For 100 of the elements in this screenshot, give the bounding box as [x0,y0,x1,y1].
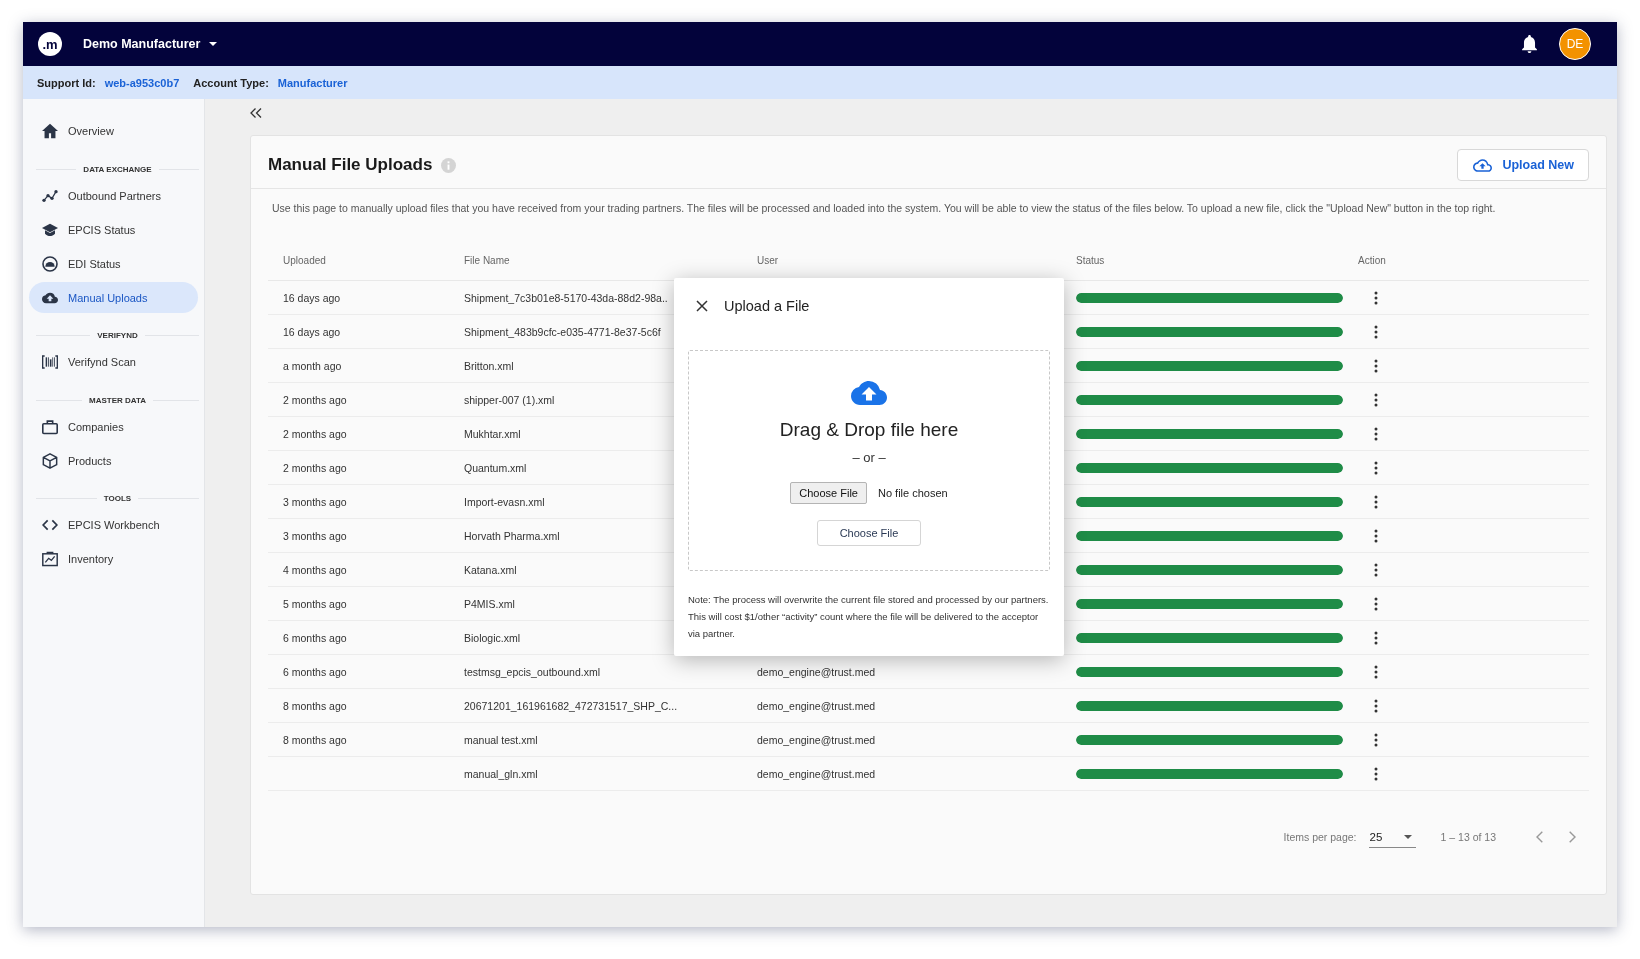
account-type-label: Account Type: [193,76,269,89]
row-actions-button[interactable] [1374,528,1378,543]
user-email: demo_engine@trust.med [757,699,876,712]
sidebar-item[interactable]: Manual Uploads [29,282,198,313]
vertical-dots-icon [1374,494,1378,509]
sidebar-item[interactable]: Outbound Partners [29,180,198,211]
organization-dropdown[interactable]: Demo Manufacturer [83,37,218,51]
file-status: No file chosen [878,487,948,499]
file-name: shipper-007 (1).xml [464,393,555,406]
row-actions-button[interactable] [1374,324,1378,339]
choose-file-button[interactable]: Choose File [790,482,867,504]
choose-file-button[interactable]: Choose File [817,520,921,546]
vertical-dots-icon [1374,324,1378,339]
upload-time: 8 months ago [283,733,347,746]
sidebar-item[interactable]: EPCIS Status [29,214,198,245]
file-name: P4MIS.xml [464,597,515,610]
drop-zone[interactable]: Drag & Drop file here – or – Choose File No file chosen Choose File [688,350,1050,571]
dialog-title: Upload a File [724,298,810,314]
column-header: User [757,255,779,266]
gauge-icon [42,255,58,272]
sidebar-item[interactable]: Products [29,445,198,476]
cloud-upload-icon [1473,158,1493,172]
upload-time: 16 days ago [283,325,341,338]
double-chevron-left-icon[interactable] [250,108,262,118]
page-title: Manual File Uploads [268,155,433,175]
support-id-label: Support Id: [37,76,96,89]
or-separator: – or – [852,449,886,467]
file-name: manual_gln.xml [464,767,538,780]
row-actions-button[interactable] [1374,596,1378,611]
next-page-button[interactable] [1569,831,1576,843]
row-actions-button[interactable] [1374,494,1378,509]
previous-page-button[interactable] [1536,831,1543,843]
user-email: demo_engine@trust.med [757,767,876,780]
vertical-dots-icon [1374,664,1378,679]
vertical-dots-icon [1374,596,1378,611]
sidebar-item[interactable]: EDI Status [29,248,198,279]
file-name: Katana.xml [464,563,517,576]
vertical-dots-icon [1374,426,1378,441]
close-icon[interactable] [696,300,708,312]
vertical-dots-icon [1374,562,1378,577]
row-actions-button[interactable] [1374,460,1378,475]
sidebar-item[interactable]: Companies [29,411,198,442]
items-per-page-label: Items per page: [1283,831,1357,843]
row-actions-button[interactable] [1374,426,1378,441]
caret-down-icon [209,42,218,46]
barcode-scan-icon [42,354,58,370]
cube-icon [42,452,58,469]
user-email: demo_engine@trust.med [757,665,876,678]
page-description: Use this page to manually upload files that you have received from your trading partners. The files will be processed and loaded into the system. You will be able to view the status of the files below. To upload a new file, click the "Upload New" button in the top right. [271,201,1497,215]
file-name: Biologic.xml [464,631,521,644]
vertical-dots-icon [1374,290,1378,305]
row-actions-button[interactable] [1374,392,1378,407]
code-icon [42,517,58,533]
sidebar-item[interactable]: Overview [29,115,198,147]
file-name: Shipment_483b9cfc-e035-4771-8e37-5c6f [464,325,661,338]
upload-time: 6 months ago [283,665,347,678]
upload-time: 16 days ago [283,291,341,304]
column-header: Status [1076,255,1105,266]
cloud-upload-icon [851,381,887,405]
section-heading: DATA EXCHANGE [83,164,152,174]
vertical-dots-icon [1374,358,1378,373]
vertical-dots-icon [1374,732,1378,747]
upload-time: 3 months ago [283,495,347,508]
row-actions-button[interactable] [1374,630,1378,645]
row-actions-button[interactable] [1374,290,1378,305]
support-id-value: web-a953c0b7 [104,76,180,89]
row-actions-button[interactable] [1374,664,1378,679]
caret-down-icon [1403,834,1412,839]
upload-new-button[interactable]: Upload New [1457,149,1589,181]
column-header: File Name [464,255,510,266]
sidebar-item[interactable]: Verifynd Scan [29,346,198,378]
file-name: Shipment_7c3b01e8-5170-43da-88d2-98a.. [464,291,668,304]
bell-icon[interactable] [1522,35,1537,53]
file-name: Mukhtar.xml [464,427,521,440]
row-actions-button[interactable] [1374,562,1378,577]
row-actions-button[interactable] [1374,358,1378,373]
line-chart-icon [42,187,58,204]
vertical-dots-icon [1374,698,1378,713]
row-actions-button[interactable] [1374,766,1378,781]
row-actions-button[interactable] [1374,732,1378,747]
home-icon [42,123,58,139]
graduation-cap-icon [42,221,58,238]
account-type-value: Manufacturer [277,76,348,89]
drop-instruction: Drag & Drop file here [779,418,959,442]
vertical-dots-icon [1374,460,1378,475]
chevron-right-icon [1569,831,1576,843]
upload-time: 2 months ago [283,427,347,440]
upload-time: 2 months ago [283,461,347,474]
row-actions-button[interactable] [1374,698,1378,713]
file-name: testmsg_epcis_outbound.xml [464,665,600,678]
sidebar-item[interactable]: EPCIS Workbench [29,509,198,541]
column-header: Action [1358,255,1386,266]
logo: .m [38,32,62,56]
items-per-page-select[interactable]: 25 [1368,826,1416,848]
vertical-dots-icon [1374,528,1378,543]
sidebar-item[interactable]: Inventory [29,543,198,575]
chart-board-icon [42,551,58,567]
section-heading: VERIFYND [97,331,138,340]
vertical-dots-icon [1374,392,1378,407]
upload-time: 4 months ago [283,563,347,576]
